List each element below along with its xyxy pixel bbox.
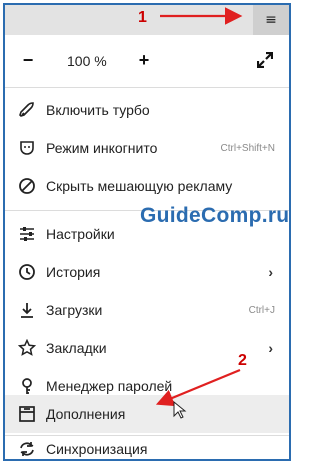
shortcut-text: Ctrl+J [248,304,275,316]
top-bar: ≡ [5,5,289,35]
menu-item-label: Скрыть мешающую рекламу [46,178,233,194]
browser-menu: ≡ − 100 % + Включить турбо Режим инкогни… [3,3,291,461]
menu-item-addons[interactable]: Дополнения [5,395,289,433]
menu-item-label: Включить турбо [46,102,150,118]
sliders-icon [18,225,36,243]
watermark-text: GuideComp.ru [140,204,290,227]
shortcut-text: Ctrl+Shift+N [220,142,275,154]
menu-item-turbo[interactable]: Включить турбо [5,91,289,129]
block-icon [18,177,36,195]
addons-icon [18,405,36,423]
zoom-level: 100 % [67,53,107,69]
star-icon [18,339,36,357]
annotation-number-1: 1 [138,9,147,26]
zoom-in-button[interactable]: + [135,50,153,70]
hamburger-icon: ≡ [265,12,277,28]
zoom-out-button[interactable]: − [19,50,37,70]
menu-item-label: Настройки [46,226,115,242]
key-icon [18,377,36,395]
menu-item-adblock[interactable]: Скрыть мешающую рекламу [5,167,289,205]
menu-item-downloads[interactable]: Загрузки Ctrl+J [5,291,289,329]
history-clock-icon [18,263,36,281]
incognito-mask-icon [18,139,36,157]
menu-item-history[interactable]: История › [5,253,289,291]
menu-item-label: Загрузки [46,302,103,318]
sync-icon [18,440,36,458]
menu-item-label: Менеджер паролей [46,378,173,394]
menu-item-label: Режим инкогнито [46,140,158,156]
rocket-icon [18,101,36,119]
zoom-row: − 100 % + [5,35,289,85]
menu-item-sync[interactable]: Синхронизация [5,430,289,459]
divider [5,87,289,88]
menu-button[interactable]: ≡ [253,5,289,35]
chevron-right-icon: › [268,340,273,356]
fullscreen-icon[interactable] [256,51,274,69]
annotation-number-2: 2 [238,352,247,369]
menu-item-label: Дополнения [46,406,126,422]
download-icon [18,301,36,319]
menu-item-label: История [46,264,101,280]
chevron-right-icon: › [268,264,273,280]
menu-item-incognito[interactable]: Режим инкогнито Ctrl+Shift+N [5,129,289,167]
menu-item-label: Синхронизация [46,441,148,457]
menu-item-label: Закладки [46,340,107,356]
